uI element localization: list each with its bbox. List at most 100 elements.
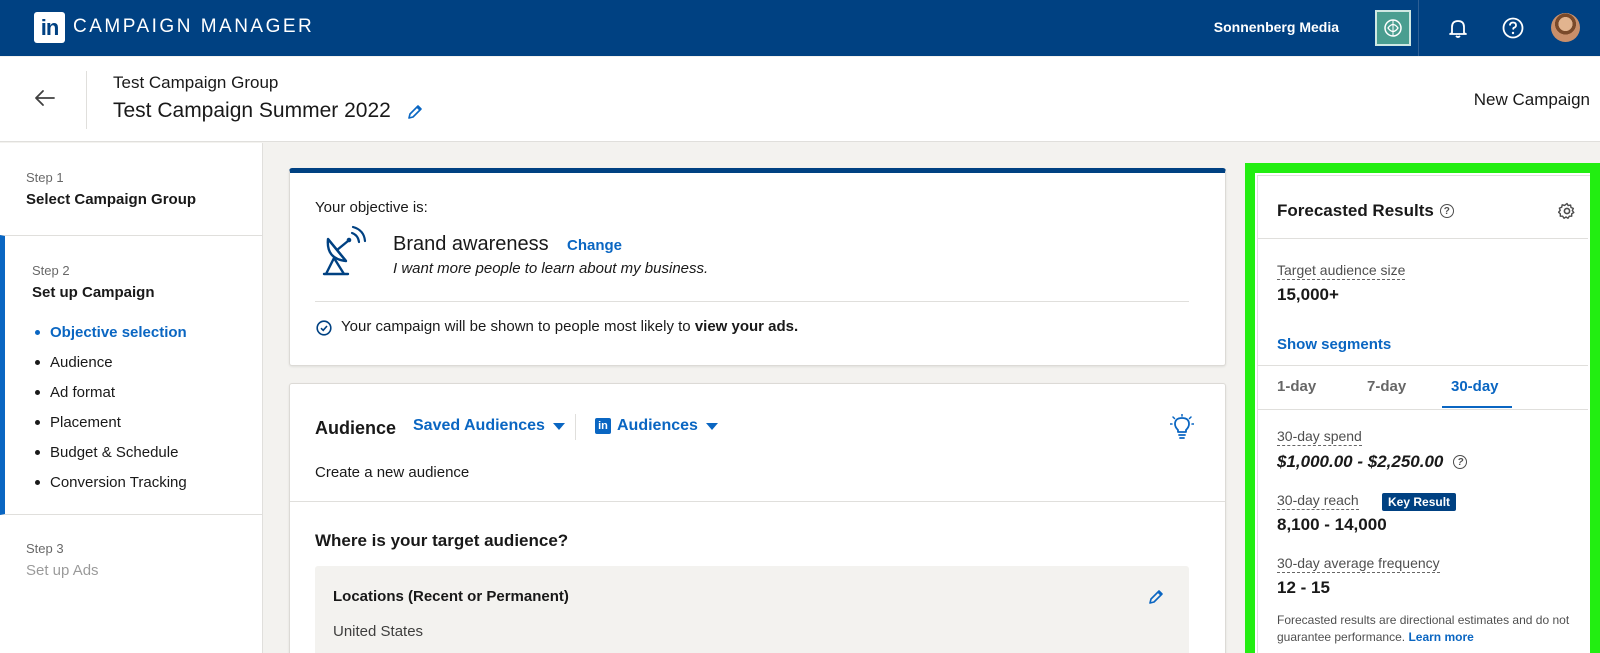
account-logo[interactable] bbox=[1375, 10, 1411, 46]
divider bbox=[290, 501, 1225, 502]
create-audience-text[interactable]: Create a new audience bbox=[315, 464, 469, 481]
spend-value-row: $1,000.00 - $2,250.00 ? bbox=[1277, 452, 1468, 472]
substep-objective-selection[interactable]: Objective selection bbox=[32, 317, 262, 347]
edit-locations-button[interactable] bbox=[1147, 588, 1165, 606]
reach-value: 8,100 - 14,000 bbox=[1277, 515, 1387, 534]
bullet bbox=[35, 359, 40, 365]
saved-audiences-dropdown[interactable]: Saved Audiences bbox=[413, 417, 565, 435]
frequency-value: 12 - 15 bbox=[1277, 578, 1330, 597]
substep-ad-format[interactable]: Ad format bbox=[32, 377, 262, 407]
substep-label: Audience bbox=[50, 353, 113, 371]
highlight-border bbox=[1590, 173, 1600, 653]
active-tab-indicator bbox=[1442, 406, 1512, 408]
objective-info-text: Your campaign will be shown to people mo… bbox=[341, 318, 798, 335]
tab-1-day[interactable]: 1-day bbox=[1277, 378, 1316, 395]
divider bbox=[575, 414, 576, 440]
page-title: New Campaign bbox=[1473, 90, 1590, 109]
campaign-name: Test Campaign Summer 2022 bbox=[113, 99, 391, 122]
tab-7-day[interactable]: 7-day bbox=[1367, 378, 1406, 395]
substep-label: Conversion Tracking bbox=[50, 473, 187, 491]
avatar[interactable] bbox=[1551, 13, 1580, 42]
step-number: Step 3 bbox=[26, 541, 64, 556]
pencil-icon bbox=[408, 105, 422, 119]
help-icon[interactable] bbox=[1499, 14, 1527, 42]
gear-icon[interactable] bbox=[1557, 202, 1576, 220]
key-result-badge: Key Result bbox=[1382, 493, 1457, 511]
caret-down-icon bbox=[705, 422, 718, 430]
frequency-label[interactable]: 30-day average frequency bbox=[1277, 555, 1440, 573]
bullet bbox=[35, 479, 40, 485]
substep-label: Placement bbox=[50, 413, 121, 431]
campaign-header: Test Campaign Group Test Campaign Summer… bbox=[0, 57, 1600, 142]
lightbulb-icon[interactable] bbox=[1169, 413, 1195, 440]
locations-box: Locations (Recent or Permanent) United S… bbox=[315, 566, 1189, 653]
step-title: Set up Campaign bbox=[32, 284, 155, 301]
bullet bbox=[35, 419, 40, 425]
linkedin-audiences-dropdown[interactable]: in Audiences bbox=[595, 417, 718, 435]
bell-icon[interactable] bbox=[1444, 14, 1472, 42]
app-name[interactable]: CAMPAIGN MANAGER bbox=[73, 16, 314, 38]
pencil-icon bbox=[1149, 590, 1163, 604]
substep-label: Objective selection bbox=[50, 323, 187, 341]
forecast-inner: Forecasted Results ? Target audience siz… bbox=[1257, 175, 1600, 653]
objective-info-bold: view your ads. bbox=[694, 318, 799, 335]
forecasted-results-panel: Forecasted Results ? Target audience siz… bbox=[1245, 163, 1600, 653]
step-number: Step 1 bbox=[26, 170, 64, 185]
divider bbox=[1258, 238, 1588, 239]
change-objective-link[interactable]: Change bbox=[567, 237, 622, 254]
substep-label: Budget & Schedule bbox=[50, 443, 179, 461]
objective-label: Your objective is: bbox=[315, 199, 428, 216]
help-icon[interactable]: ? bbox=[1439, 204, 1454, 218]
step-title: Select Campaign Group bbox=[26, 191, 197, 208]
caret-down-icon bbox=[552, 422, 565, 430]
help-icon[interactable]: ? bbox=[1453, 455, 1468, 469]
campaign-group-name[interactable]: Test Campaign Group bbox=[113, 73, 278, 93]
spend-value: $1,000.00 - $2,250.00 bbox=[1277, 452, 1444, 471]
substep-budget-schedule[interactable]: Budget & Schedule bbox=[32, 437, 262, 467]
tab-30-day[interactable]: 30-day bbox=[1451, 378, 1499, 395]
substep-placement[interactable]: Placement bbox=[32, 407, 262, 437]
objective-name: Brand awareness bbox=[393, 233, 549, 255]
substep-audience[interactable]: Audience bbox=[32, 347, 262, 377]
check-circle-icon bbox=[316, 320, 332, 336]
show-segments-link[interactable]: Show segments bbox=[1277, 336, 1391, 353]
step-number: Step 2 bbox=[32, 263, 70, 278]
divider bbox=[1258, 409, 1588, 410]
audience-size-value: 15,000+ bbox=[1277, 285, 1339, 304]
target-audience-heading: Where is your target audience? bbox=[315, 531, 569, 550]
forecast-title-text: Forecasted Results bbox=[1277, 201, 1434, 220]
objective-card: Your objective is: Brand awareness Chang… bbox=[289, 168, 1226, 366]
edit-campaign-name-button[interactable] bbox=[406, 103, 424, 121]
substep-list: Objective selection Audience Ad format P… bbox=[32, 317, 262, 497]
reach-label[interactable]: 30-day reach bbox=[1277, 492, 1359, 510]
locations-title: Locations (Recent or Permanent) bbox=[333, 588, 569, 605]
back-button[interactable] bbox=[30, 83, 60, 113]
linkedin-logo[interactable]: in bbox=[34, 12, 65, 43]
step-3: Step 3 Set up Ads bbox=[0, 541, 262, 579]
linkedin-icon: in bbox=[595, 418, 611, 434]
account-logo-icon bbox=[1384, 19, 1402, 37]
objective-info-prefix: Your campaign will be shown to people mo… bbox=[341, 318, 695, 335]
satellite-dish-icon bbox=[320, 225, 370, 277]
bullet bbox=[35, 389, 40, 395]
account-name[interactable]: Sonnenberg Media bbox=[1214, 19, 1339, 35]
audience-size-label[interactable]: Target audience size bbox=[1277, 262, 1406, 280]
learn-more-link[interactable]: Learn more bbox=[1408, 630, 1473, 644]
arrow-left-icon bbox=[35, 90, 55, 106]
audience-card: Audience Saved Audiences in Audiences Cre… bbox=[289, 383, 1226, 653]
forecast-disclaimer: Forecasted results are directional estim… bbox=[1277, 612, 1577, 646]
forecast-tabs: 1-day 7-day 30-day bbox=[1258, 366, 1588, 410]
step-title: Set up Ads bbox=[26, 562, 99, 579]
substep-label: Ad format bbox=[50, 383, 116, 401]
dropdown-label: Saved Audiences bbox=[413, 417, 545, 434]
bullet bbox=[35, 449, 40, 455]
step-1[interactable]: Step 1 Select Campaign Group bbox=[0, 170, 262, 208]
top-nav: in CAMPAIGN MANAGER Sonnenberg Media bbox=[0, 0, 1600, 56]
substep-conversion-tracking[interactable]: Conversion Tracking bbox=[32, 467, 262, 497]
nav-divider bbox=[1418, 0, 1419, 56]
steps-sidebar: Step 1 Select Campaign Group Step 2 Set … bbox=[0, 143, 263, 653]
location-value: United States bbox=[333, 623, 424, 640]
spend-label[interactable]: 30-day spend bbox=[1277, 428, 1362, 446]
step-2[interactable]: Step 2 Set up Campaign Objective selecti… bbox=[0, 235, 262, 515]
objective-description: I want more people to learn about my bus… bbox=[393, 260, 709, 277]
